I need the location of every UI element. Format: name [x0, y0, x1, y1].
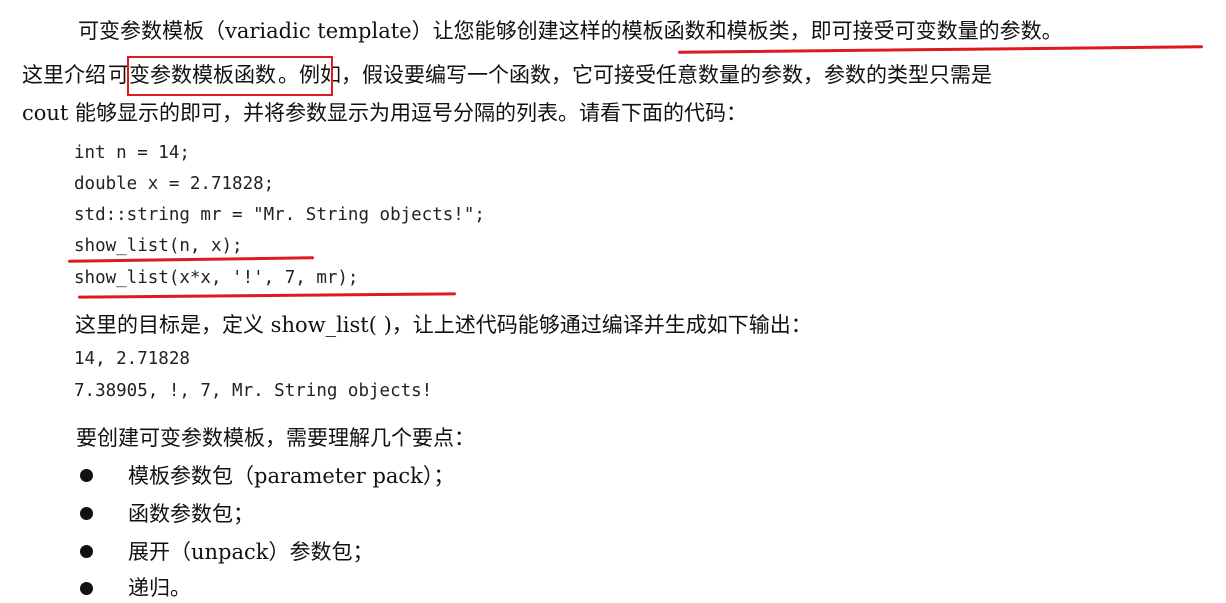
paragraph-goal: 这里的目标是，定义 show_list( )，让上述代码能够通过编译并生成如下输…	[75, 313, 812, 337]
paragraph-intro-line1: 可变参数模板（variadic template）让您能够创建这样的模板函数和模…	[78, 16, 1063, 46]
output-line-2: 7.38905, !, 7, Mr. String objects!	[74, 381, 433, 401]
code-line-5: show_list(x*x, '!', 7, mr);	[74, 268, 359, 288]
code-line-2: double x = 2.71828;	[74, 174, 275, 194]
code-line-4: show_list(n, x);	[74, 236, 243, 256]
bullet-icon	[80, 545, 93, 558]
paragraph-key-points: 要创建可变参数模板，需要理解几个要点：	[76, 426, 475, 450]
highlighted-phrase-underlined: 模板函数和模板类，即可接受可变数量的参数。	[621, 19, 1063, 43]
intro-text: 可变参数模板（variadic template）让您能够创建这样的	[78, 19, 622, 43]
bullet-icon	[80, 469, 93, 482]
red-underline-annotation	[67, 256, 315, 263]
red-box-annotation	[127, 56, 333, 96]
bullet-icon	[80, 582, 93, 595]
code-line-3: std::string mr = "Mr. String objects!";	[74, 205, 485, 225]
bullet-item-1: 模板参数包（parameter pack）；	[128, 464, 455, 488]
intro-text: 这里介绍	[22, 63, 106, 87]
code-line-1: int n = 14;	[74, 143, 190, 163]
bullet-item-3: 展开（unpack）参数包；	[128, 540, 374, 564]
red-underline-annotation	[77, 292, 457, 299]
intro-text: 。例如，假设要编写一个函数，它可接受任意数量的参数，参数的类型只需是	[278, 63, 992, 87]
bullet-item-4: 递归。	[128, 576, 191, 600]
red-underline-annotation	[677, 45, 1204, 54]
output-line-1: 14, 2.71828	[74, 349, 190, 369]
bullet-icon	[80, 507, 93, 520]
paragraph-intro-line3: cout 能够显示的即可，并将参数显示为用逗号分隔的列表。请看下面的代码：	[22, 101, 748, 125]
bullet-item-2: 函数参数包；	[128, 502, 254, 526]
document-page: 可变参数模板（variadic template）让您能够创建这样的模板函数和模…	[0, 0, 1226, 603]
